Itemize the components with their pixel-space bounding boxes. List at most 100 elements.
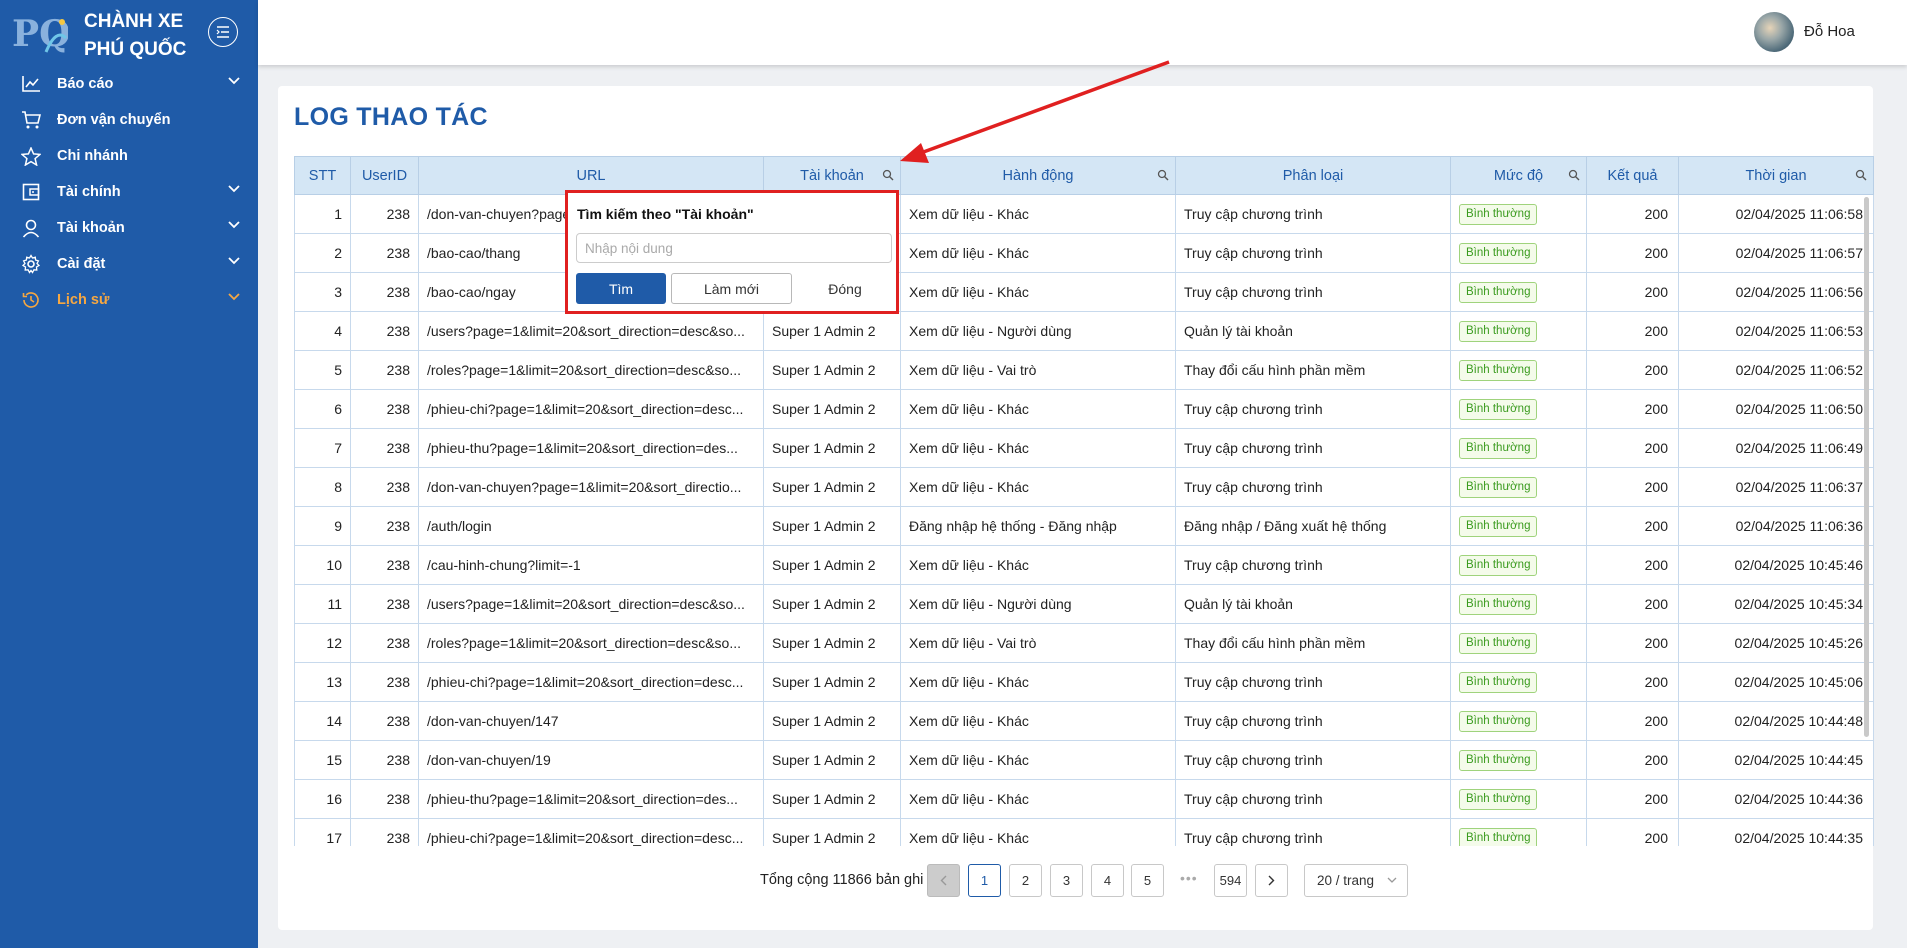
table-row[interactable]: 7 238/phieu-thu?page=1&limit=20&sort_dire… [294,428,1874,468]
page-size-value: 20 / trang [1317,873,1375,888]
page-button-4[interactable]: 4 [1091,864,1124,897]
table-row[interactable]: 12 238/roles?page=1&limit=20&sort_directi… [294,623,1874,663]
table-row[interactable]: 17 238/phieu-chi?page=1&limit=20&sort_dir… [294,818,1874,846]
cell-url: /don-van-chuyen/19 [418,740,764,780]
column-header-muc-do: Mức độ [1450,156,1587,195]
column-header-label: Mức độ [1493,167,1544,184]
next-page-button[interactable] [1255,864,1288,897]
sidebar-item-bao-cao[interactable]: Báo cáo [0,66,258,102]
table-row[interactable]: 2238/bao-cao/thangSuper 1 Admin 2Xem dữ … [294,233,1874,273]
sidebar-item-label: Lịch sử [57,292,110,308]
column-header-label: UserID [361,167,408,184]
cell-url: /roles?page=1&limit=20&sort_direction=de… [418,350,764,390]
cell-action: Xem dữ liệu - Khác [900,194,1176,234]
cell-account: Super 1 Admin 2 [763,428,901,468]
cell-result: 200 [1586,545,1679,585]
brand[interactable]: PQ CHÀNH XE PHÚ QUỐC [12,8,248,60]
sidebar-menu: Báo cáo Đơn vận chuyển Chi nhánh Tài chí… [0,66,258,318]
cell-level: Bình thường [1450,311,1587,351]
sidebar-toggle-button[interactable] [208,17,238,47]
search-icon[interactable] [1855,169,1867,181]
sidebar-item-lich-su[interactable]: Lịch sử [0,282,258,318]
cell-time: 02/04/2025 10:44:48 [1678,701,1874,741]
avatar[interactable] [1754,12,1794,52]
chevron-down-icon [228,221,240,229]
table-row[interactable]: 13 238/phieu-chi?page=1&limit=20&sort_dir… [294,662,1874,702]
cell-result: 200 [1586,389,1679,429]
cell-level: Bình thường [1450,584,1587,624]
page-button-2[interactable]: 2 [1009,864,1042,897]
cell-category: Truy cập chương trình [1175,389,1451,429]
table-row[interactable]: 11 238/users?page=1&limit=20&sort_directi… [294,584,1874,624]
column-header-userid: UserID [350,156,419,195]
cell-category: Truy cập chương trình [1175,818,1451,846]
column-header-phan-loai: Phân loại [1175,156,1451,195]
page-button-5[interactable]: 5 [1131,864,1164,897]
table-row[interactable]: 10 238/cau-hinh-chung?limit=-1 Super 1 Adm… [294,545,1874,585]
prev-page-button[interactable] [927,864,960,897]
page-button-1[interactable]: 1 [968,864,1001,897]
cell-level: Bình thường [1450,350,1587,390]
search-icon[interactable] [1568,169,1580,181]
cell-category: Truy cập chương trình [1175,662,1451,702]
cell-category: Truy cập chương trình [1175,272,1451,312]
table-row[interactable]: 14 238/don-van-chuyen/147 Super 1 Admin 2X… [294,701,1874,741]
cell-level: Bình thường [1450,194,1587,234]
page-size-select[interactable]: 20 / trang [1304,864,1408,897]
sidebar-item-label: Tài chính [57,184,121,200]
cell-userid: 238 [350,779,419,819]
menu-fold-icon [216,26,229,38]
cell-url: /cau-hinh-chung?limit=-1 [418,545,764,585]
chevron-down-icon [228,185,240,193]
sidebar-item-tai-chinh[interactable]: Tài chính [0,174,258,210]
sidebar-item-cai-dat[interactable]: Cài đặt [0,246,258,282]
column-header-thoi-gian: Thời gian [1678,156,1874,195]
table-row[interactable]: 1238/don-van-chuyen?page=1&limit=20Super… [294,194,1874,234]
cell-action: Đăng nhập hệ thống - Đăng nhập [900,506,1176,546]
table-row[interactable]: 3238/bao-cao/ngaySuper 1 Admin 2Xem dữ l… [294,272,1874,312]
cell-userid: 238 [350,233,419,273]
cell-url: /don-van-chuyen?page=1&limit=20&sort_dir… [418,467,764,507]
table-row[interactable]: 15 238/don-van-chuyen/19 Super 1 Admin 2 Xe… [294,740,1874,780]
table-row[interactable]: 4 238/users?page=1&limit=20&sort_directio… [294,311,1874,351]
filter-popup-title: Tìm kiếm theo "Tài khoản" [577,206,754,222]
cell-url: /phieu-thu?page=1&limit=20&sort_directio… [418,428,764,468]
table-row[interactable]: 8 238/don-van-chuyen?page=1&limit=20&sort… [294,467,1874,507]
sidebar-item-chi-nhanh[interactable]: Chi nhánh [0,138,258,174]
cell-time: 02/04/2025 11:06:52 [1678,350,1874,390]
chart-line-icon [20,73,42,95]
cell-account: Super 1 Admin 2 [763,701,901,741]
column-header-label: STT [308,167,337,184]
cell-userid: 238 [350,545,419,585]
table-row[interactable]: 9 238/auth/login Super 1 Admin 2 Đăng nhập … [294,506,1874,546]
cell-action: Xem dữ liệu - Khác [900,545,1176,585]
filter-reset-button[interactable]: Làm mới [671,273,792,304]
filter-search-button[interactable]: Tìm [576,273,666,304]
sidebar-item-tai-khoan[interactable]: Tài khoản [0,210,258,246]
cell-level: Bình thường [1450,779,1587,819]
filter-search-input[interactable] [576,233,892,263]
search-icon[interactable] [1157,169,1169,181]
status-badge: Bình thường [1459,281,1538,303]
page-button-3[interactable]: 3 [1050,864,1083,897]
cell-stt: 3 [294,272,351,312]
cell-action: Xem dữ liệu - Khác [900,701,1176,741]
cell-time: 02/04/2025 11:06:57 [1678,233,1874,273]
page-button-last[interactable]: 594 [1214,864,1247,897]
table-row[interactable]: 16 238/phieu-thu?page=1&limit=20&sort_dir… [294,779,1874,819]
table-scrollbar[interactable] [1864,197,1869,737]
user-name[interactable]: Đỗ Hoa [1804,23,1855,40]
wallet-icon [20,181,42,203]
table-row[interactable]: 6 238/phieu-chi?page=1&limit=20&sort_dire… [294,389,1874,429]
account-filter-popup: Tìm kiếm theo "Tài khoản" Tìm Làm mới Đó… [565,190,899,314]
search-icon[interactable] [882,169,894,181]
page-ellipsis[interactable]: ••• [1180,870,1198,886]
cell-userid: 238 [350,740,419,780]
cell-category: Truy cập chương trình [1175,194,1451,234]
sidebar: PQ CHÀNH XE PHÚ QUỐC Báo cáo Đơn vận chu… [0,0,258,948]
cell-result: 200 [1586,584,1679,624]
filter-close-button[interactable]: Đóng [798,273,892,304]
sidebar-item-don-van-chuyen[interactable]: Đơn vận chuyển [0,102,258,138]
cell-level: Bình thường [1450,428,1587,468]
table-row[interactable]: 5 238/roles?page=1&limit=20&sort_directio… [294,350,1874,390]
